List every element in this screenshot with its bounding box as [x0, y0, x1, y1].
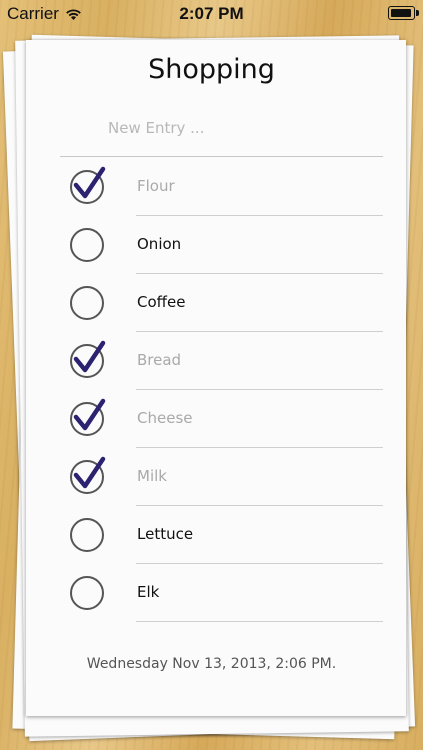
unchecked-checkbox-icon[interactable] [70, 576, 104, 610]
unchecked-checkbox-icon[interactable] [70, 228, 104, 262]
divider [60, 156, 383, 157]
checked-checkbox-icon[interactable] [70, 340, 106, 378]
list-item-label: Onion [137, 235, 182, 253]
checked-checkbox-icon[interactable] [70, 398, 106, 436]
list-item-label: Milk [137, 467, 167, 485]
list-item-label: Lettuce [137, 525, 194, 543]
list-item-label: Cheese [137, 409, 193, 427]
list-item[interactable]: Milk [60, 448, 383, 506]
battery-icon [388, 6, 419, 20]
list-item[interactable]: Flour [60, 158, 383, 216]
unchecked-checkbox-icon[interactable] [70, 286, 104, 320]
list-item[interactable]: Elk [60, 564, 383, 622]
battery-fill [391, 9, 411, 17]
unchecked-checkbox-icon[interactable] [70, 518, 104, 552]
list-item[interactable]: Bread [60, 332, 383, 390]
list-item[interactable]: Cheese [60, 390, 383, 448]
list-item[interactable]: Coffee [60, 274, 383, 332]
status-bar: Carrier 2:07 PM [0, 0, 423, 28]
list-timestamp: Wednesday Nov 13, 2013, 2:06 PM. [86, 656, 337, 672]
checked-checkbox-icon[interactable] [70, 166, 106, 204]
list-title: Shopping [148, 54, 275, 85]
checked-checkbox-icon[interactable] [70, 456, 106, 494]
list-item-label: Flour [137, 177, 175, 195]
list-item-label: Elk [137, 583, 160, 601]
list-item-label: Coffee [137, 293, 186, 311]
new-entry-input[interactable] [108, 117, 378, 139]
divider [136, 621, 383, 622]
list-item-label: Bread [137, 351, 182, 369]
status-time: 2:07 PM [179, 4, 244, 23]
list-item[interactable]: Onion [60, 216, 383, 274]
list-item[interactable]: Lettuce [60, 506, 383, 564]
